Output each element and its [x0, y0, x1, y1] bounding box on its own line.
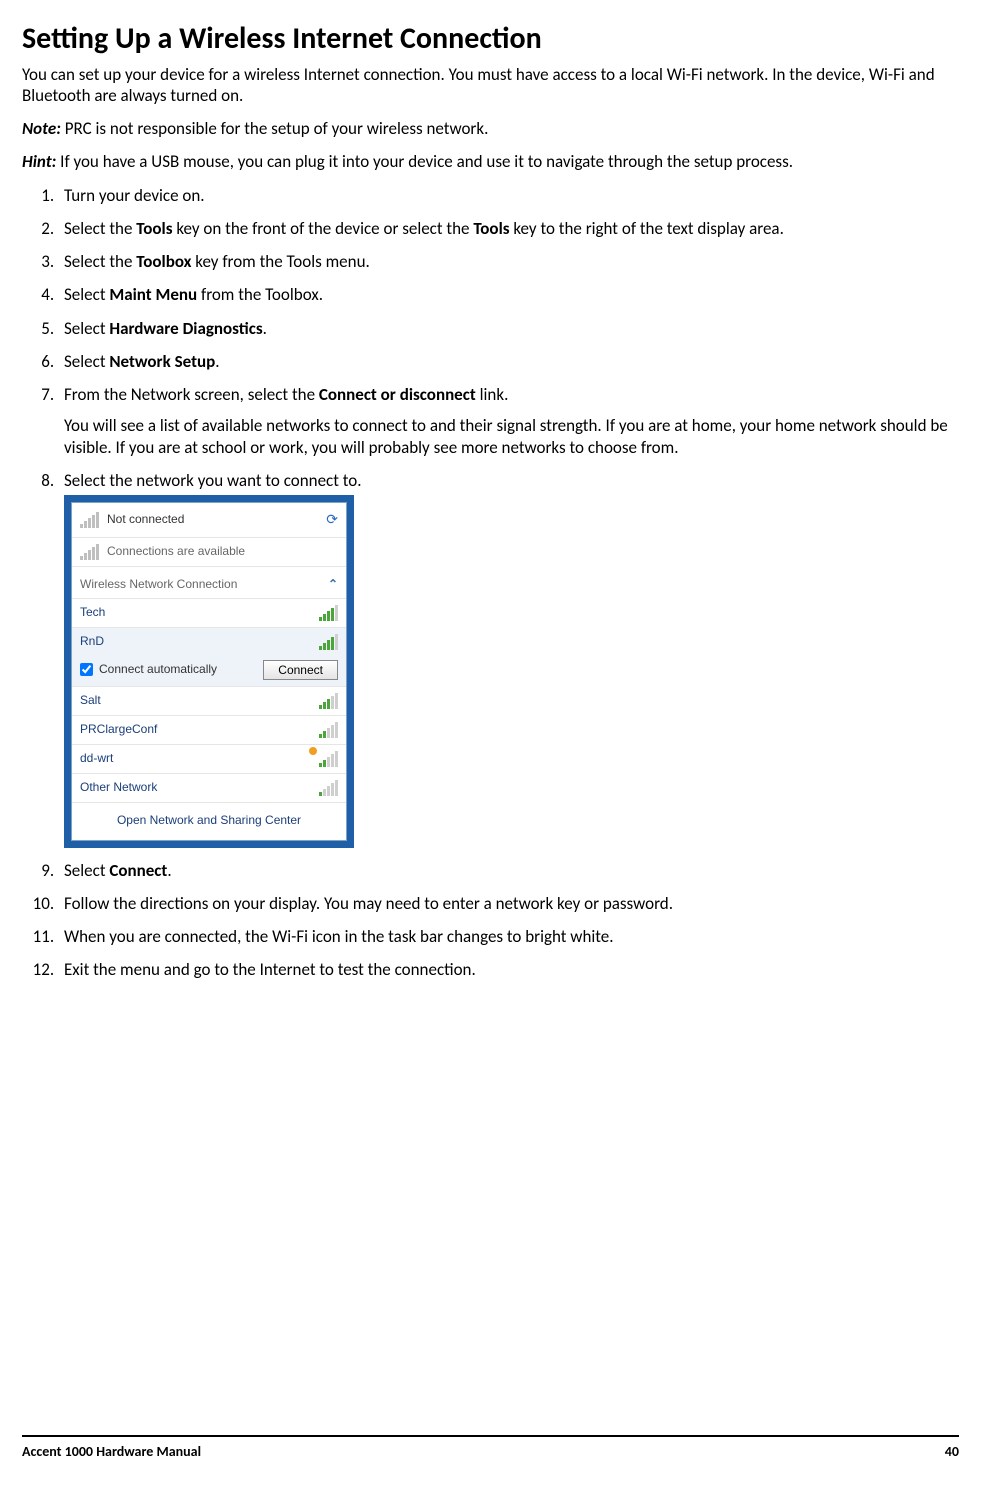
step-8: Select the network you want to connect t… — [58, 470, 959, 848]
connect-auto-checkbox[interactable] — [80, 663, 93, 676]
status-row: Not connected ⟳ — [72, 503, 346, 537]
step-10: Follow the directions on your display. Y… — [58, 893, 959, 914]
refresh-icon[interactable]: ⟳ — [326, 511, 338, 529]
step-7-detail: You will see a list of available network… — [64, 415, 959, 458]
section-label: Wireless Network Connection — [80, 577, 328, 592]
network-item-other[interactable]: Other Network — [72, 773, 346, 802]
hint-label: Hint: — [22, 151, 56, 172]
status-text: Not connected — [107, 512, 184, 527]
signal-icon — [319, 751, 338, 767]
step-7: From the Network screen, select the Conn… — [58, 384, 959, 458]
hint-text: If you have a USB mouse, you can plug it… — [56, 151, 793, 172]
available-row: Connections are available — [72, 537, 346, 566]
page-footer: Accent 1000 Hardware Manual 40 — [22, 1435, 959, 1461]
no-connection-icon — [80, 512, 99, 528]
page-title: Setting Up a Wireless Internet Connectio… — [22, 20, 959, 58]
step-11: When you are connected, the Wi-Fi icon i… — [58, 926, 959, 947]
page-number: 40 — [945, 1443, 959, 1461]
network-item-prclargeconf[interactable]: PRClargeConf — [72, 715, 346, 744]
step-4: Select Maint Menu from the Toolbox. — [58, 284, 959, 305]
warning-icon — [309, 747, 317, 755]
network-item-tech[interactable]: Tech — [72, 598, 346, 627]
connect-auto-row: Connect automatically Connect — [72, 656, 346, 686]
note-label: Note: — [22, 118, 61, 139]
step-list: Turn your device on. Select the Tools ke… — [22, 185, 959, 981]
step-1: Turn your device on. — [58, 185, 959, 206]
note-paragraph: Note: PRC is not responsible for the set… — [22, 118, 959, 139]
step-9: Select Connect. — [58, 860, 959, 881]
step-6: Select Network Setup. — [58, 351, 959, 372]
footer-title: Accent 1000 Hardware Manual — [22, 1443, 201, 1461]
step-5: Select Hardware Diagnostics. — [58, 318, 959, 339]
open-network-center-link[interactable]: Open Network and Sharing Center — [72, 802, 346, 840]
signal-icon — [80, 544, 99, 560]
network-item-salt[interactable]: Salt — [72, 686, 346, 715]
step-2: Select the Tools key on the front of the… — [58, 218, 959, 239]
connect-auto-label: Connect automatically — [99, 662, 217, 677]
hint-paragraph: Hint: If you have a USB mouse, you can p… — [22, 151, 959, 172]
signal-icon — [319, 634, 338, 650]
signal-icon — [319, 722, 338, 738]
signal-icon — [319, 693, 338, 709]
connect-button[interactable]: Connect — [263, 660, 338, 680]
note-text: PRC is not responsible for the setup of … — [61, 118, 488, 139]
chevron-up-icon: ⌃ — [328, 577, 338, 592]
signal-icon — [319, 605, 338, 621]
section-header[interactable]: Wireless Network Connection ⌃ — [72, 566, 346, 598]
wifi-popup-screenshot: Not connected ⟳ Connections are availabl… — [64, 495, 354, 848]
step-12: Exit the menu and go to the Internet to … — [58, 959, 959, 980]
signal-icon — [319, 780, 338, 796]
network-item-ddwrt[interactable]: dd-wrt — [72, 744, 346, 773]
network-item-rnd[interactable]: RnD — [72, 627, 346, 656]
available-text: Connections are available — [107, 544, 245, 559]
intro-paragraph: You can set up your device for a wireles… — [22, 64, 959, 107]
step-3: Select the Toolbox key from the Tools me… — [58, 251, 959, 272]
